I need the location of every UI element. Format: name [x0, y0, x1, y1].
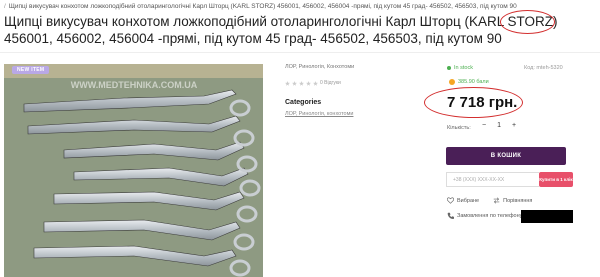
phone-icon — [447, 212, 454, 219]
categories-heading: Categories — [285, 99, 322, 106]
breadcrumb-separator: / — [4, 3, 6, 10]
divider — [0, 52, 600, 53]
breadcrumb: / Щипці викусувач конхотом ложкоподібний … — [4, 3, 596, 10]
breadcrumb-current: Щипці викусувач конхотом ложкоподібний о… — [8, 3, 517, 10]
forceps-illustration: WWW.MEDTEHNIKA.COM.UA — [4, 64, 263, 277]
buy-one-click-button[interactable]: Купити в 1 клік — [539, 172, 573, 187]
phone-order: Замовлення по телефону: — [447, 212, 524, 219]
compare-button[interactable]: Порівняння — [493, 197, 532, 204]
quantity-stepper: − 1 + — [482, 122, 516, 129]
heart-icon — [447, 197, 454, 204]
coin-icon — [449, 79, 455, 85]
stock-label: In stock — [454, 65, 473, 71]
bonus-points: 385.90 бали — [449, 79, 489, 85]
star-icon — [299, 80, 304, 86]
add-to-cart-button[interactable]: В КОШИК — [446, 147, 566, 165]
quantity-label: Кількість: — [447, 125, 471, 131]
stock-status: In stock — [447, 65, 473, 71]
quantity-increase-button[interactable]: + — [512, 122, 516, 129]
quantity-value[interactable]: 1 — [497, 122, 501, 129]
check-icon — [447, 66, 451, 70]
wishlist-label: Вибране — [457, 197, 480, 204]
page-title: Щипці викусувач конхотом ложкоподібний о… — [4, 14, 558, 46]
phone-order-label: Замовлення по телефону: — [457, 212, 524, 219]
wishlist-button[interactable]: Вибране — [447, 197, 479, 204]
quantity-decrease-button[interactable]: − — [482, 122, 486, 129]
compare-label: Порівняння — [503, 197, 533, 204]
compare-icon — [493, 197, 500, 204]
star-icon — [313, 80, 318, 86]
product-actions: Вибране Порівняння — [447, 197, 532, 204]
reviews-summary[interactable]: 0 Відгуки — [285, 80, 341, 86]
phone-input[interactable] — [446, 172, 539, 187]
product-categories-meta: ЛОР, Ринологія, Конхотоми — [285, 64, 355, 70]
product-price: 7 718 грн. — [447, 94, 518, 111]
bonus-label: 385.90 бали — [458, 79, 489, 85]
photo-watermark: WWW.MEDTEHNIKA.COM.UA — [71, 80, 198, 90]
star-icon — [285, 80, 290, 86]
star-icon — [306, 80, 311, 86]
new-item-badge: NEW ITEM — [12, 66, 50, 74]
category-link[interactable]: ЛОР, Ринологія, конхотоми — [285, 111, 353, 117]
redacted-phone-number — [521, 210, 573, 223]
reviews-label: 0 Відгуки — [320, 80, 341, 86]
star-icon — [292, 80, 297, 86]
product-sku: Код: mteh-5320 — [524, 65, 563, 71]
product-image[interactable]: WWW.MEDTEHNIKA.COM.UA — [4, 64, 263, 277]
